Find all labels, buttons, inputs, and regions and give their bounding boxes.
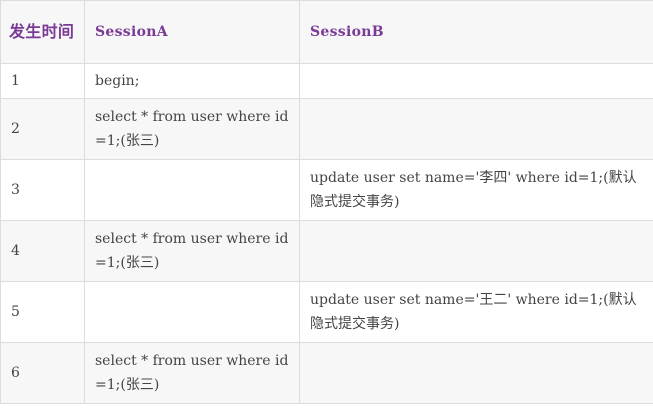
cell-session-b <box>299 220 653 282</box>
cell-session-a: select * from user where id=1;(张三) <box>84 342 300 404</box>
cell-session-a <box>84 159 300 221</box>
table-header-row: 发生时间 SessionA SessionB <box>0 0 653 64</box>
cell-time: 2 <box>0 98 85 160</box>
cell-time: 4 <box>0 220 85 282</box>
cell-time: 6 <box>0 342 85 404</box>
table-row: 4 select * from user where id=1;(张三) <box>0 220 653 282</box>
cell-session-a: begin; <box>84 63 300 99</box>
cell-time: 1 <box>0 63 85 99</box>
table-row: 1 begin; <box>0 63 653 99</box>
cell-session-a: select * from user where id=1;(张三) <box>84 220 300 282</box>
cell-session-b: update user set name='李四' where id=1;(默认… <box>299 159 653 221</box>
cell-time: 3 <box>0 159 85 221</box>
header-session-b: SessionB <box>299 0 653 64</box>
header-time: 发生时间 <box>0 0 85 64</box>
cell-session-a: select * from user where id=1;(张三) <box>84 98 300 160</box>
table-row: 6 select * from user where id=1;(张三) <box>0 342 653 404</box>
transaction-timeline-table: 发生时间 SessionA SessionB 1 begin; 2 select… <box>0 0 653 404</box>
cell-time: 5 <box>0 281 85 343</box>
cell-session-b-text: update user set name='李四' where id=1;(默认… <box>310 170 637 210</box>
cell-session-b <box>299 98 653 160</box>
cell-session-a <box>84 281 300 343</box>
cell-session-b: update user set name='王二' where id=1;(默认… <box>299 281 653 343</box>
table-row: 2 select * from user where id=1;(张三) <box>0 98 653 160</box>
header-session-a: SessionA <box>84 0 300 64</box>
table-row: 5 update user set name='王二' where id=1;(… <box>0 281 653 343</box>
table-row: 3 update user set name='李四' where id=1;(… <box>0 159 653 221</box>
cell-session-b <box>299 63 653 99</box>
cell-session-b <box>299 342 653 404</box>
